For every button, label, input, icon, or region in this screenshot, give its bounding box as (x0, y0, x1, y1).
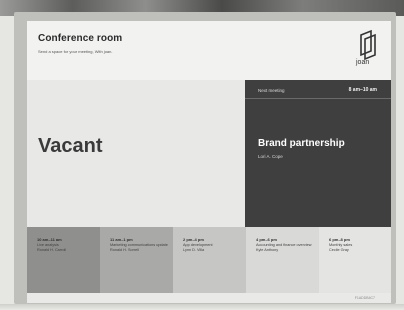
slot-host: Ronald H. Carroll (37, 248, 67, 252)
next-meeting-title: Brand partnership (258, 138, 345, 149)
schedule-slot[interactable]: 6 pm–8 pm Monthly sales Cecile Gray (319, 227, 391, 293)
logo-text: joan (356, 59, 370, 66)
next-meeting-time: 8 am–10 am (348, 87, 377, 93)
next-meeting-organizer: Lori A. Cope (258, 154, 283, 159)
schedule-slot[interactable]: 4 pm–6 pm Accounting and finance overvie… (246, 227, 319, 293)
schedule-slot[interactable]: 2 pm–4 pm App development Lynn D. Villa (173, 227, 246, 293)
next-meeting-divider (245, 98, 391, 99)
room-subtitle: Send a space for your meeting, With joan… (38, 49, 113, 54)
schedule-slot[interactable]: 10 am–11 am Live analysis Ronald H. Carr… (27, 227, 100, 293)
room-display-screen: Conference room Send a space for your me… (27, 21, 391, 303)
device-serial: F1ADDB4C7 (354, 296, 375, 300)
slot-time: 6 pm–8 pm (329, 237, 350, 242)
schedule-slot[interactable]: 11 am–1 pm Marketing communications upda… (100, 227, 173, 293)
slot-time: 4 pm–6 pm (256, 237, 277, 242)
slot-time: 2 pm–4 pm (183, 237, 204, 242)
slot-host: Ronald H. Sorrell (110, 248, 139, 252)
schedule-timeline: 10 am–11 am Live analysis Ronald H. Carr… (27, 227, 391, 293)
next-meeting-label: Next meeting (258, 88, 285, 93)
slot-time: 10 am–11 am (37, 237, 62, 242)
slot-time: 11 am–1 pm (110, 237, 133, 242)
device-shadow (0, 304, 404, 310)
room-title: Conference room (38, 33, 123, 44)
header: Conference room Send a space for your me… (27, 21, 391, 80)
slot-host: Kyle Anthony (256, 248, 279, 252)
footer (27, 293, 391, 303)
slot-host: Cecile Gray (329, 248, 349, 252)
slot-host: Lynn D. Villa (183, 248, 205, 252)
room-status: Vacant (38, 135, 103, 157)
